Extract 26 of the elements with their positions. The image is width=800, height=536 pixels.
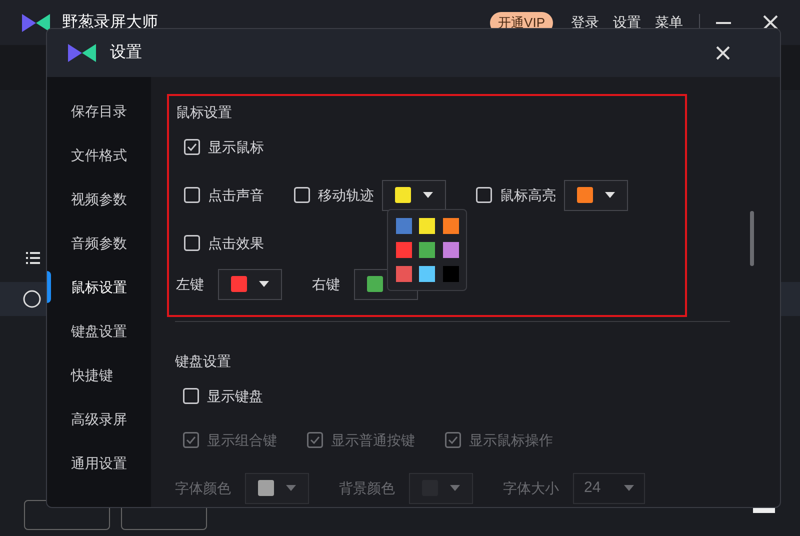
section-title: 键盘设置 <box>175 352 232 371</box>
checkbox-label: 显示鼠标操作 <box>469 430 553 450</box>
sidebar-item[interactable]: 高级录屏 <box>47 397 151 441</box>
checkbox-label: 点击效果 <box>208 234 264 252</box>
section-title: 鼠标设置 <box>176 103 233 122</box>
dialog-title: 设置 <box>110 43 142 63</box>
field-label: 背景颜色 <box>339 478 395 498</box>
checkbox-label: 显示鼠标 <box>208 138 264 156</box>
checkbox-label: 点击声音 <box>208 186 264 204</box>
sidebar-item[interactable]: 鼠标设置 <box>47 265 151 309</box>
field-label: 左键 <box>176 274 204 294</box>
field-label: 右键 <box>312 274 340 294</box>
checkbox-label: 显示组合键 <box>207 430 277 450</box>
field-label: 字体大小 <box>503 478 559 498</box>
field-label: 字体颜色 <box>175 478 231 498</box>
sidebar-item[interactable]: 快捷键 <box>47 353 151 397</box>
sidebar-item[interactable]: 音频参数 <box>47 221 151 265</box>
sidebar-item[interactable]: 保存目录 <box>47 89 151 133</box>
sidebar-item[interactable]: 键盘设置 <box>47 309 151 353</box>
sidebar-item[interactable]: 文件格式 <box>47 133 151 177</box>
checkbox-label: 显示普通按键 <box>331 430 415 450</box>
checkbox-label: 鼠标高亮 <box>500 186 556 204</box>
sidebar-item[interactable]: 通用设置 <box>47 441 151 485</box>
checkbox-label: 移动轨迹 <box>318 186 374 204</box>
sidebar-item[interactable]: 视频参数 <box>47 177 151 221</box>
checkbox-label: 显示键盘 <box>207 386 263 406</box>
